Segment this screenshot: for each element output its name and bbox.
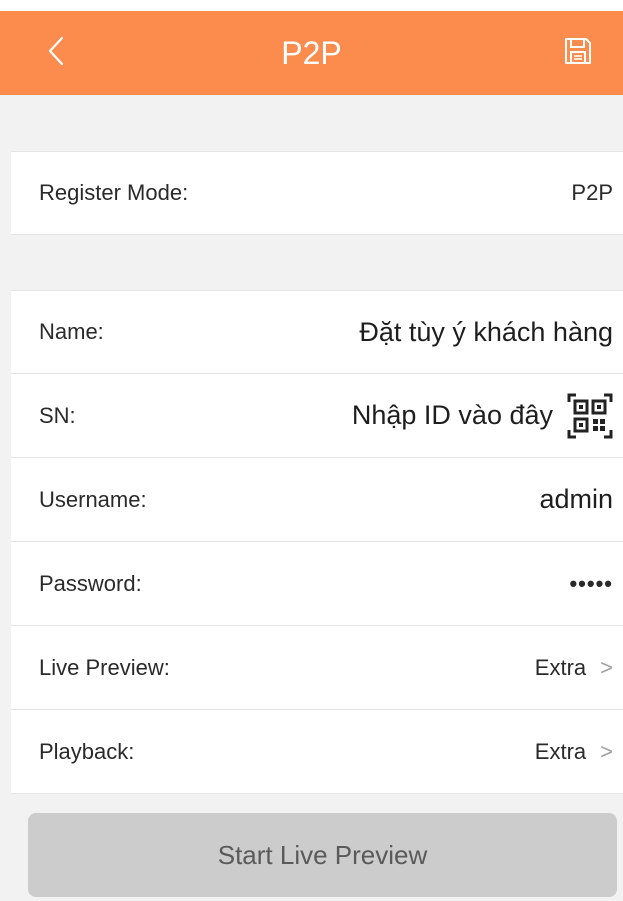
page-title: P2P: [281, 34, 342, 71]
name-label: Name:: [39, 319, 104, 344]
back-button[interactable]: [36, 29, 76, 77]
playback-value: Extra: [534, 738, 587, 764]
username-label: Username:: [39, 486, 147, 512]
password-label: Password:: [39, 570, 142, 596]
chevron-right-icon: >: [600, 738, 613, 764]
password-row[interactable]: Password: •••••: [11, 542, 623, 626]
live-preview-value-group: Extra >: [535, 626, 613, 709]
title-bar: P2P: [0, 11, 623, 95]
status-strip: [0, 0, 623, 11]
live-preview-label: Live Preview:: [39, 654, 170, 680]
playback-row[interactable]: Playback: Extra >: [11, 710, 623, 794]
playback-value-group: Extra >: [535, 710, 613, 793]
name-row[interactable]: Name: Đặt tùy ý khách hàng: [11, 290, 623, 374]
chevron-right-icon: >: [600, 654, 613, 680]
sn-row[interactable]: SN: Nhập ID vào đây: [11, 374, 623, 458]
username-row[interactable]: Username: admin: [11, 458, 623, 542]
register-mode-label: Register Mode:: [39, 180, 189, 205]
sn-value-group: Nhập ID vào đây: [352, 374, 613, 457]
start-live-preview-button[interactable]: Start Live Preview: [28, 813, 617, 897]
password-field[interactable]: •••••: [569, 542, 613, 625]
chevron-left-icon: [48, 36, 64, 71]
live-preview-value: Extra: [534, 654, 587, 680]
qr-scan-icon[interactable]: [567, 393, 613, 439]
sn-field[interactable]: Nhập ID vào đây: [352, 400, 553, 431]
register-mode-row: Register Mode: P2P: [11, 151, 623, 235]
save-button[interactable]: [558, 33, 598, 73]
register-mode-value: P2P: [571, 180, 613, 205]
sn-label: SN:: [39, 402, 76, 428]
username-field[interactable]: admin: [539, 458, 613, 541]
playback-label: Playback:: [39, 738, 135, 764]
floppy-disk-icon: [563, 36, 593, 71]
live-preview-row[interactable]: Live Preview: Extra >: [11, 626, 623, 710]
name-field[interactable]: Đặt tùy ý khách hàng: [359, 291, 613, 373]
